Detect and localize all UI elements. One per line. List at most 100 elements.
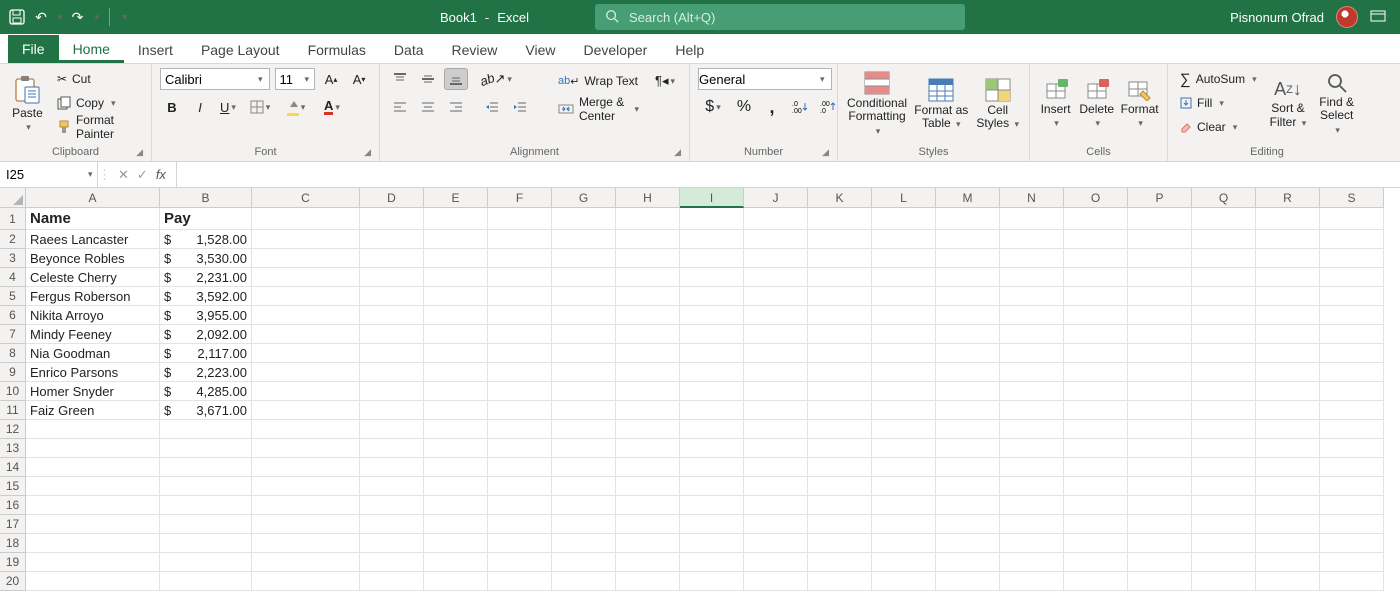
cell-O18[interactable] <box>1064 534 1128 553</box>
cell-S4[interactable] <box>1320 268 1384 287</box>
row-header-4[interactable]: 4 <box>0 268 26 287</box>
cell-Q18[interactable] <box>1192 534 1256 553</box>
cell-Q6[interactable] <box>1192 306 1256 325</box>
cell-O19[interactable] <box>1064 553 1128 572</box>
percent-format-button[interactable]: % <box>732 96 756 118</box>
font-dialog-launcher[interactable]: ◢ <box>364 147 371 158</box>
cell-G14[interactable] <box>552 458 616 477</box>
cell-Q19[interactable] <box>1192 553 1256 572</box>
cell-J5[interactable] <box>744 287 808 306</box>
number-format-select[interactable] <box>698 68 832 90</box>
formula-input[interactable] <box>177 162 1400 187</box>
cell-F14[interactable] <box>488 458 552 477</box>
paste-dropdown[interactable]: ▾ <box>26 122 31 133</box>
cell-N6[interactable] <box>1000 306 1064 325</box>
cell-N5[interactable] <box>1000 287 1064 306</box>
cell-R8[interactable] <box>1256 344 1320 363</box>
cell-D4[interactable] <box>360 268 424 287</box>
cell-S18[interactable] <box>1320 534 1384 553</box>
name-box[interactable]: ▾ <box>0 162 98 187</box>
cell-N14[interactable] <box>1000 458 1064 477</box>
cell-H20[interactable] <box>616 572 680 591</box>
cell-J13[interactable] <box>744 439 808 458</box>
cell-F1[interactable] <box>488 208 552 230</box>
cell-C1[interactable] <box>252 208 360 230</box>
cell-C6[interactable] <box>252 306 360 325</box>
row-header-14[interactable]: 14 <box>0 458 26 477</box>
clipboard-dialog-launcher[interactable]: ◢ <box>136 147 143 158</box>
col-header-Q[interactable]: Q <box>1192 188 1256 208</box>
cell-K19[interactable] <box>808 553 872 572</box>
cell-N7[interactable] <box>1000 325 1064 344</box>
cell-H17[interactable] <box>616 515 680 534</box>
cell-C16[interactable] <box>252 496 360 515</box>
cell-P14[interactable] <box>1128 458 1192 477</box>
cell-R7[interactable] <box>1256 325 1320 344</box>
cell-F18[interactable] <box>488 534 552 553</box>
cell-R19[interactable] <box>1256 553 1320 572</box>
cell-C19[interactable] <box>252 553 360 572</box>
cell-A8[interactable]: Nia Goodman <box>26 344 160 363</box>
cell-N19[interactable] <box>1000 553 1064 572</box>
cell-L4[interactable] <box>872 268 936 287</box>
cell-A9[interactable]: Enrico Parsons <box>26 363 160 382</box>
col-header-E[interactable]: E <box>424 188 488 208</box>
cell-C10[interactable] <box>252 382 360 401</box>
row-header-8[interactable]: 8 <box>0 344 26 363</box>
cell-C7[interactable] <box>252 325 360 344</box>
cell-O16[interactable] <box>1064 496 1128 515</box>
cell-B16[interactable] <box>160 496 252 515</box>
align-top-icon[interactable] <box>388 68 412 90</box>
cell-A14[interactable] <box>26 458 160 477</box>
cell-M4[interactable] <box>936 268 1000 287</box>
cell-O2[interactable] <box>1064 230 1128 249</box>
cell-G4[interactable] <box>552 268 616 287</box>
cell-G18[interactable] <box>552 534 616 553</box>
cell-E9[interactable] <box>424 363 488 382</box>
cell-A7[interactable]: Mindy Feeney <box>26 325 160 344</box>
cell-Q1[interactable] <box>1192 208 1256 230</box>
fill-button[interactable]: Fill▾ <box>1176 92 1261 114</box>
cell-K14[interactable] <box>808 458 872 477</box>
cell-M7[interactable] <box>936 325 1000 344</box>
cell-S17[interactable] <box>1320 515 1384 534</box>
cell-R3[interactable] <box>1256 249 1320 268</box>
cell-B19[interactable] <box>160 553 252 572</box>
cell-A2[interactable]: Raees Lancaster <box>26 230 160 249</box>
col-header-F[interactable]: F <box>488 188 552 208</box>
cell-A19[interactable] <box>26 553 160 572</box>
cell-L20[interactable] <box>872 572 936 591</box>
paste-button[interactable]: Paste ▾ <box>8 68 47 140</box>
cell-P9[interactable] <box>1128 363 1192 382</box>
cell-K9[interactable] <box>808 363 872 382</box>
cell-M18[interactable] <box>936 534 1000 553</box>
cell-Q9[interactable] <box>1192 363 1256 382</box>
cell-A15[interactable] <box>26 477 160 496</box>
cell-P3[interactable] <box>1128 249 1192 268</box>
cell-S20[interactable] <box>1320 572 1384 591</box>
col-header-D[interactable]: D <box>360 188 424 208</box>
cell-K4[interactable] <box>808 268 872 287</box>
cell-E2[interactable] <box>424 230 488 249</box>
cell-D11[interactable] <box>360 401 424 420</box>
format-painter-button[interactable]: Format Painter <box>53 116 143 138</box>
wrap-text-button[interactable]: ab↵Wrap Text <box>554 70 643 92</box>
cell-R4[interactable] <box>1256 268 1320 287</box>
row-header-11[interactable]: 11 <box>0 401 26 420</box>
cell-L6[interactable] <box>872 306 936 325</box>
align-right-icon[interactable] <box>444 96 468 118</box>
cell-I8[interactable] <box>680 344 744 363</box>
cell-B9[interactable]: $2,223.00 <box>160 363 252 382</box>
cell-O8[interactable] <box>1064 344 1128 363</box>
underline-button[interactable]: U▾ <box>216 96 240 118</box>
cell-F4[interactable] <box>488 268 552 287</box>
col-header-N[interactable]: N <box>1000 188 1064 208</box>
cell-O4[interactable] <box>1064 268 1128 287</box>
cell-D14[interactable] <box>360 458 424 477</box>
row-header-6[interactable]: 6 <box>0 306 26 325</box>
cell-H6[interactable] <box>616 306 680 325</box>
cell-R16[interactable] <box>1256 496 1320 515</box>
col-header-P[interactable]: P <box>1128 188 1192 208</box>
cell-N16[interactable] <box>1000 496 1064 515</box>
cell-J1[interactable] <box>744 208 808 230</box>
